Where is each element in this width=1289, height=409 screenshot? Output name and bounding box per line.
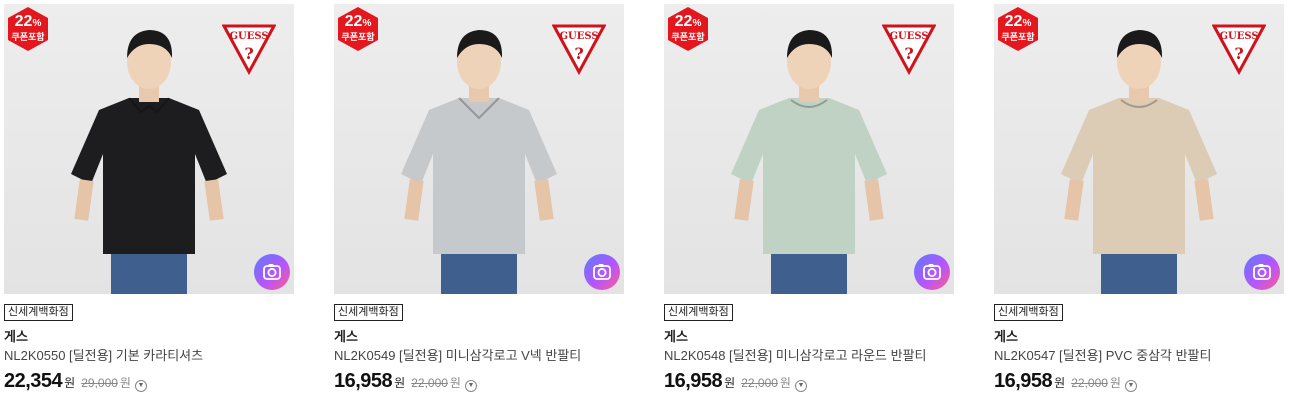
product-name[interactable]: NL2K0547 [딜전용] PVC 중삼각 반팔티 — [994, 348, 1284, 364]
svg-text:GUESS: GUESS — [889, 31, 928, 42]
coupon-label: 쿠폰포함 — [11, 32, 45, 42]
store-badge: 신세계백화점 — [664, 304, 733, 321]
currency-unit: 원 — [1054, 376, 1066, 390]
discount-percent: 22% — [1004, 13, 1032, 30]
guess-logo: GUESS ? — [222, 24, 276, 76]
model-photo — [71, 30, 227, 294]
camera-search-icon[interactable] — [254, 254, 290, 290]
sale-price: 16,958 — [334, 370, 393, 392]
camera-search-icon[interactable] — [1244, 254, 1280, 290]
svg-text:?: ? — [904, 44, 913, 63]
price-info-icon[interactable]: ▼ — [134, 380, 147, 392]
store-badge: 신세계백화점 — [994, 304, 1063, 321]
original-price: 29,000 — [81, 376, 118, 390]
model-photo — [731, 30, 887, 294]
original-price: 22,000 — [1071, 376, 1108, 390]
camera-search-icon[interactable] — [914, 254, 950, 290]
guess-logo: GUESS ? — [882, 24, 936, 76]
svg-text:?: ? — [574, 44, 583, 63]
price-row: 22,354 원 29,000 원 ▼ — [4, 370, 294, 393]
product-image[interactable]: 22% 쿠폰포함 GUESS ? — [334, 4, 624, 294]
currency-unit: 원 — [64, 376, 76, 390]
product-name[interactable]: NL2K0550 [딜전용] 기본 카라티셔츠 — [4, 348, 294, 364]
product-card[interactable]: 22% 쿠폰포함 GUESS ? 신세계백화점 게스 NL2K0547 [딜전용… — [994, 4, 1284, 393]
guess-logo: GUESS ? — [552, 24, 606, 76]
product-name[interactable]: NL2K0549 [딜전용] 미니삼각로고 V넥 반팔티 — [334, 348, 624, 364]
model-photo — [1061, 30, 1217, 294]
price-info-icon[interactable]: ▼ — [464, 380, 477, 392]
svg-text:?: ? — [1234, 44, 1243, 63]
currency-unit: 원 — [779, 376, 791, 390]
product-image[interactable]: 22% 쿠폰포함 GUESS ? — [994, 4, 1284, 294]
discount-badge: 22% 쿠폰포함 — [996, 6, 1040, 52]
original-price: 22,000 — [411, 376, 448, 390]
store-badge: 신세계백화점 — [334, 304, 403, 321]
svg-text:GUESS: GUESS — [1219, 31, 1258, 42]
brand-name[interactable]: 게스 — [4, 329, 294, 345]
svg-text:GUESS: GUESS — [229, 31, 268, 42]
discount-badge: 22% 쿠폰포함 — [666, 6, 710, 52]
price-row: 16,958 원 22,000 원 ▼ — [994, 370, 1284, 393]
svg-text:?: ? — [244, 44, 253, 63]
brand-name[interactable]: 게스 — [664, 329, 954, 345]
currency-unit: 원 — [724, 376, 736, 390]
currency-unit: 원 — [394, 376, 406, 390]
price-row: 16,958 원 22,000 원 ▼ — [334, 370, 624, 393]
discount-percent: 22% — [14, 13, 42, 30]
price-row: 16,958 원 22,000 원 ▼ — [664, 370, 954, 393]
price-info-icon[interactable]: ▼ — [1124, 380, 1137, 392]
product-image[interactable]: 22% 쿠폰포함 GUESS ? — [4, 4, 294, 294]
model-photo — [401, 30, 557, 294]
price-info-icon[interactable]: ▼ — [794, 380, 807, 392]
camera-search-icon[interactable] — [584, 254, 620, 290]
product-card[interactable]: 22% 쿠폰포함 GUESS ? 신세계백화점 게스 NL2K0550 [딜전용… — [4, 4, 294, 393]
product-card[interactable]: 22% 쿠폰포함 GUESS ? 신세계백화점 게스 NL2K0549 [딜전용… — [334, 4, 624, 393]
brand-name[interactable]: 게스 — [334, 329, 624, 345]
sale-price: 16,958 — [664, 370, 723, 392]
discount-percent: 22% — [674, 13, 702, 30]
guess-logo: GUESS ? — [1212, 24, 1266, 76]
product-name[interactable]: NL2K0548 [딜전용] 미니삼각로고 라운드 반팔티 — [664, 348, 954, 364]
currency-unit: 원 — [449, 376, 461, 390]
coupon-label: 쿠폰포함 — [1001, 32, 1035, 42]
brand-name[interactable]: 게스 — [994, 329, 1284, 345]
original-price: 22,000 — [741, 376, 778, 390]
svg-text:GUESS: GUESS — [559, 31, 598, 42]
store-badge: 신세계백화점 — [4, 304, 73, 321]
product-card[interactable]: 22% 쿠폰포함 GUESS ? 신세계백화점 게스 NL2K0548 [딜전용… — [664, 4, 954, 393]
coupon-label: 쿠폰포함 — [341, 32, 375, 42]
currency-unit: 원 — [1109, 376, 1121, 390]
coupon-label: 쿠폰포함 — [671, 32, 705, 42]
discount-badge: 22% 쿠폰포함 — [336, 6, 380, 52]
sale-price: 16,958 — [994, 370, 1053, 392]
product-image[interactable]: 22% 쿠폰포함 GUESS ? — [664, 4, 954, 294]
product-grid: 22% 쿠폰포함 GUESS ? 신세계백화점 게스 NL2K0550 [딜전용… — [0, 0, 1289, 409]
currency-unit: 원 — [119, 376, 131, 390]
discount-badge: 22% 쿠폰포함 — [6, 6, 50, 52]
discount-percent: 22% — [344, 13, 372, 30]
sale-price: 22,354 — [4, 370, 63, 392]
